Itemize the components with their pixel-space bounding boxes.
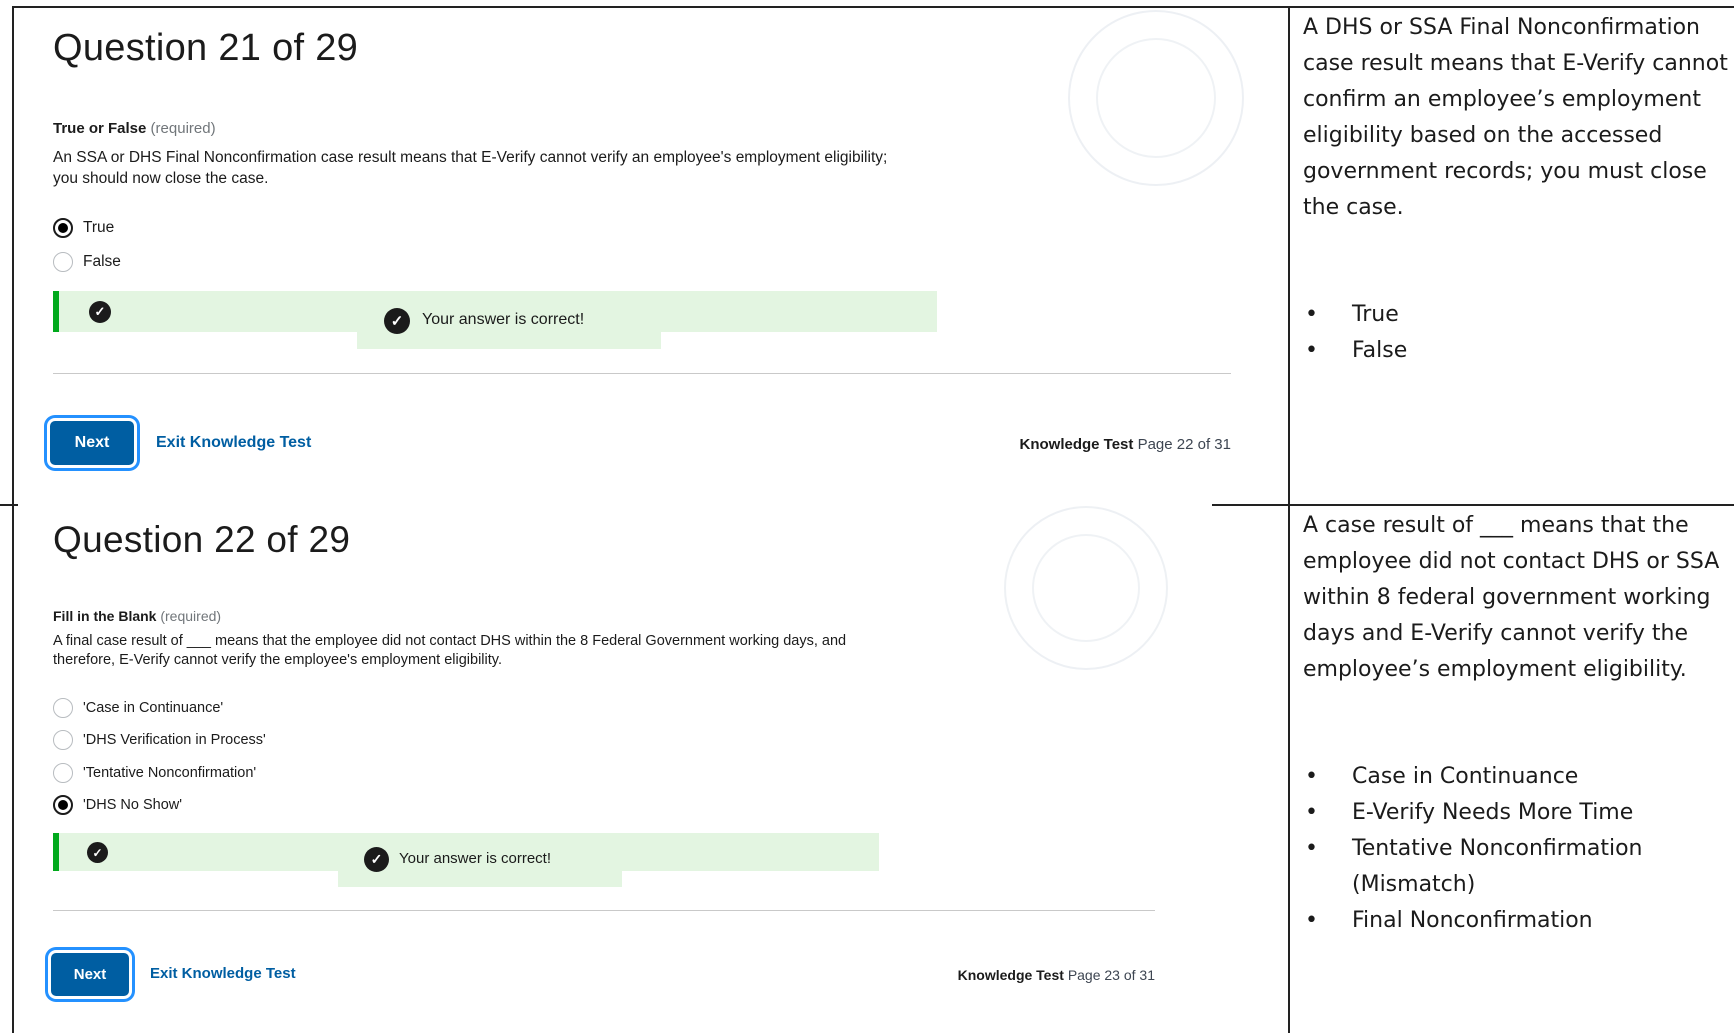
- option-case-in-continuance[interactable]: 'Case in Continuance': [53, 696, 223, 720]
- option-label: 'DHS No Show': [83, 797, 183, 813]
- check-circle-icon: ✓: [364, 847, 389, 872]
- radio-button[interactable]: [53, 730, 73, 750]
- question-22-description: A case result of ___ means that the empl…: [1303, 513, 1720, 682]
- feedback-message: Your answer is correct!: [422, 311, 585, 328]
- check-circle-icon: ✓: [384, 308, 410, 334]
- answer-list-item: True: [1305, 297, 1725, 333]
- feedback-message: Your answer is correct!: [399, 850, 552, 867]
- table-border-left: [12, 6, 14, 1033]
- check-circle-icon: ✓: [87, 842, 108, 863]
- divider: [53, 373, 1231, 374]
- option-label: False: [83, 253, 121, 270]
- option-false[interactable]: False: [53, 250, 121, 274]
- feedback-accent-bar: [53, 291, 59, 332]
- radio-button[interactable]: [53, 252, 73, 272]
- option-label: 'Tentative Nonconfirmation': [83, 765, 257, 781]
- radio-button[interactable]: [53, 698, 73, 718]
- question-21-description: A DHS or SSA Final Nonconfirmation case …: [1303, 15, 1728, 220]
- question-title: Question 22 of 29: [53, 519, 351, 560]
- question-title: Question 21 of 29: [53, 27, 359, 69]
- dhs-seal-watermark: [1068, 10, 1244, 186]
- page-number: Page 22 of 31: [1137, 436, 1231, 453]
- page-indicator: Knowledge Test Page 22 of 31: [900, 436, 1232, 453]
- answer-list-item: Final Nonconfirmation: [1305, 903, 1725, 939]
- table-row-divider-right: [1212, 504, 1734, 506]
- feedback-accent-bar: [53, 833, 59, 871]
- exit-knowledge-test-link[interactable]: Exit Knowledge Test: [156, 434, 311, 452]
- question-text: An SSA or DHS Final Nonconfirmation case…: [53, 149, 888, 187]
- option-label: True: [83, 219, 115, 236]
- question-type-label: Fill in the Blank: [53, 608, 157, 624]
- dhs-seal-watermark: [1004, 506, 1168, 670]
- page-indicator: Knowledge Test Page 23 of 31: [850, 967, 1155, 983]
- exit-knowledge-test-link[interactable]: Exit Knowledge Test: [150, 965, 296, 982]
- page-indicator-label: Knowledge Test: [1019, 436, 1134, 453]
- answer-list-item: False: [1305, 333, 1725, 369]
- radio-button-selected[interactable]: [53, 795, 73, 815]
- question-text: A final case result of ___ means that th…: [53, 633, 847, 668]
- table-row-divider-left: [0, 504, 18, 506]
- required-label: (required): [160, 608, 222, 624]
- radio-button[interactable]: [53, 763, 73, 783]
- required-label: (required): [150, 120, 216, 137]
- radio-button-selected[interactable]: [53, 218, 73, 238]
- divider: [53, 910, 1155, 911]
- answer-list-item: E-Verify Needs More Time: [1305, 795, 1725, 831]
- page-number: Page 23 of 31: [1067, 967, 1155, 983]
- answer-list-item: Tentative Nonconfirmation (Mismatch): [1305, 831, 1725, 903]
- option-dhs-verification-in-process[interactable]: 'DHS Verification in Process': [53, 728, 266, 752]
- question-type: Fill in the Blank (required): [53, 608, 221, 624]
- feedback-banner-tab: [357, 330, 661, 349]
- table-border-middle: [1288, 6, 1290, 1033]
- option-tentative-nonconfirmation[interactable]: 'Tentative Nonconfirmation': [53, 761, 256, 785]
- table-border-top: [12, 6, 1734, 8]
- next-button[interactable]: Next: [50, 421, 134, 465]
- option-label: 'DHS Verification in Process': [83, 732, 266, 748]
- option-true[interactable]: True: [53, 216, 114, 240]
- question-21-answer-list: True False: [1305, 297, 1725, 369]
- option-dhs-no-show[interactable]: 'DHS No Show': [53, 793, 182, 817]
- question-type-label: True or False: [53, 120, 147, 137]
- page-indicator-label: Knowledge Test: [957, 967, 1064, 983]
- option-label: 'Case in Continuance': [83, 700, 224, 716]
- feedback-banner-tab: [338, 869, 622, 887]
- question-type: True or False (required): [53, 120, 216, 137]
- next-button[interactable]: Next: [51, 953, 129, 996]
- question-22-answer-list: Case in Continuance E-Verify Needs More …: [1305, 759, 1725, 939]
- answer-list-item: Case in Continuance: [1305, 759, 1725, 795]
- check-circle-icon: ✓: [89, 301, 111, 323]
